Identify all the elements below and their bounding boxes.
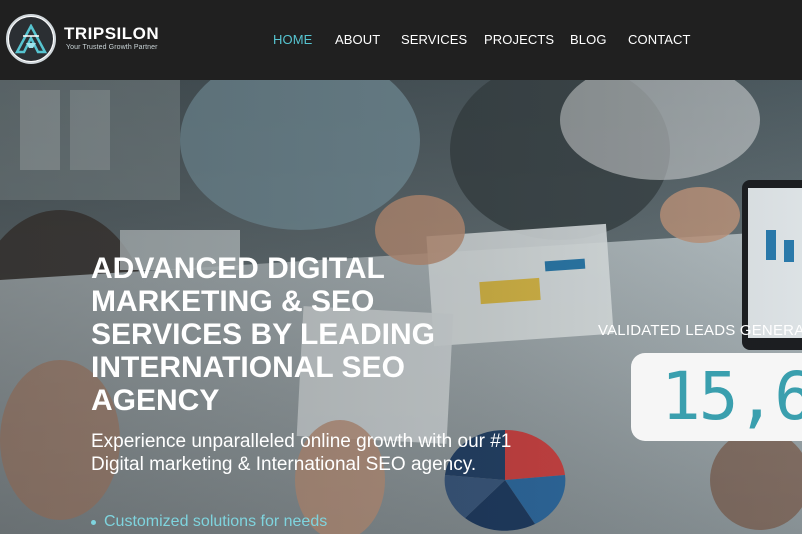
counter-box: 15,62: [631, 353, 802, 441]
nav-item-projects[interactable]: PROJECTS: [484, 32, 554, 47]
hero-description: Experience unparalleled online growth wi…: [91, 431, 512, 475]
counter-value: 15,62: [661, 358, 802, 435]
hero-section: ADVANCED DIGITAL MARKETING & SEO SERVICE…: [0, 80, 802, 534]
list-item: Customized solutions for needs: [90, 513, 328, 530]
nav-item-blog[interactable]: BLOG: [570, 32, 607, 47]
site-header: TRIPSILON Your Trusted Growth Partner HO…: [0, 0, 802, 80]
nav-item-contact[interactable]: CONTACT: [628, 32, 691, 47]
counter-label: VALIDATED LEADS GENERA: [598, 322, 802, 339]
nav-item-about[interactable]: ABOUT: [335, 32, 380, 47]
hero-title: ADVANCED DIGITAL MARKETING & SEO SERVICE…: [91, 252, 435, 417]
hero-bullet-list: Customized solutions for needs: [90, 513, 328, 531]
main-nav: HOME ABOUT SERVICES PROJECTS BLOG CONTAC…: [0, 32, 802, 48]
nav-item-services[interactable]: SERVICES: [401, 32, 467, 47]
nav-item-home[interactable]: HOME: [273, 32, 312, 47]
